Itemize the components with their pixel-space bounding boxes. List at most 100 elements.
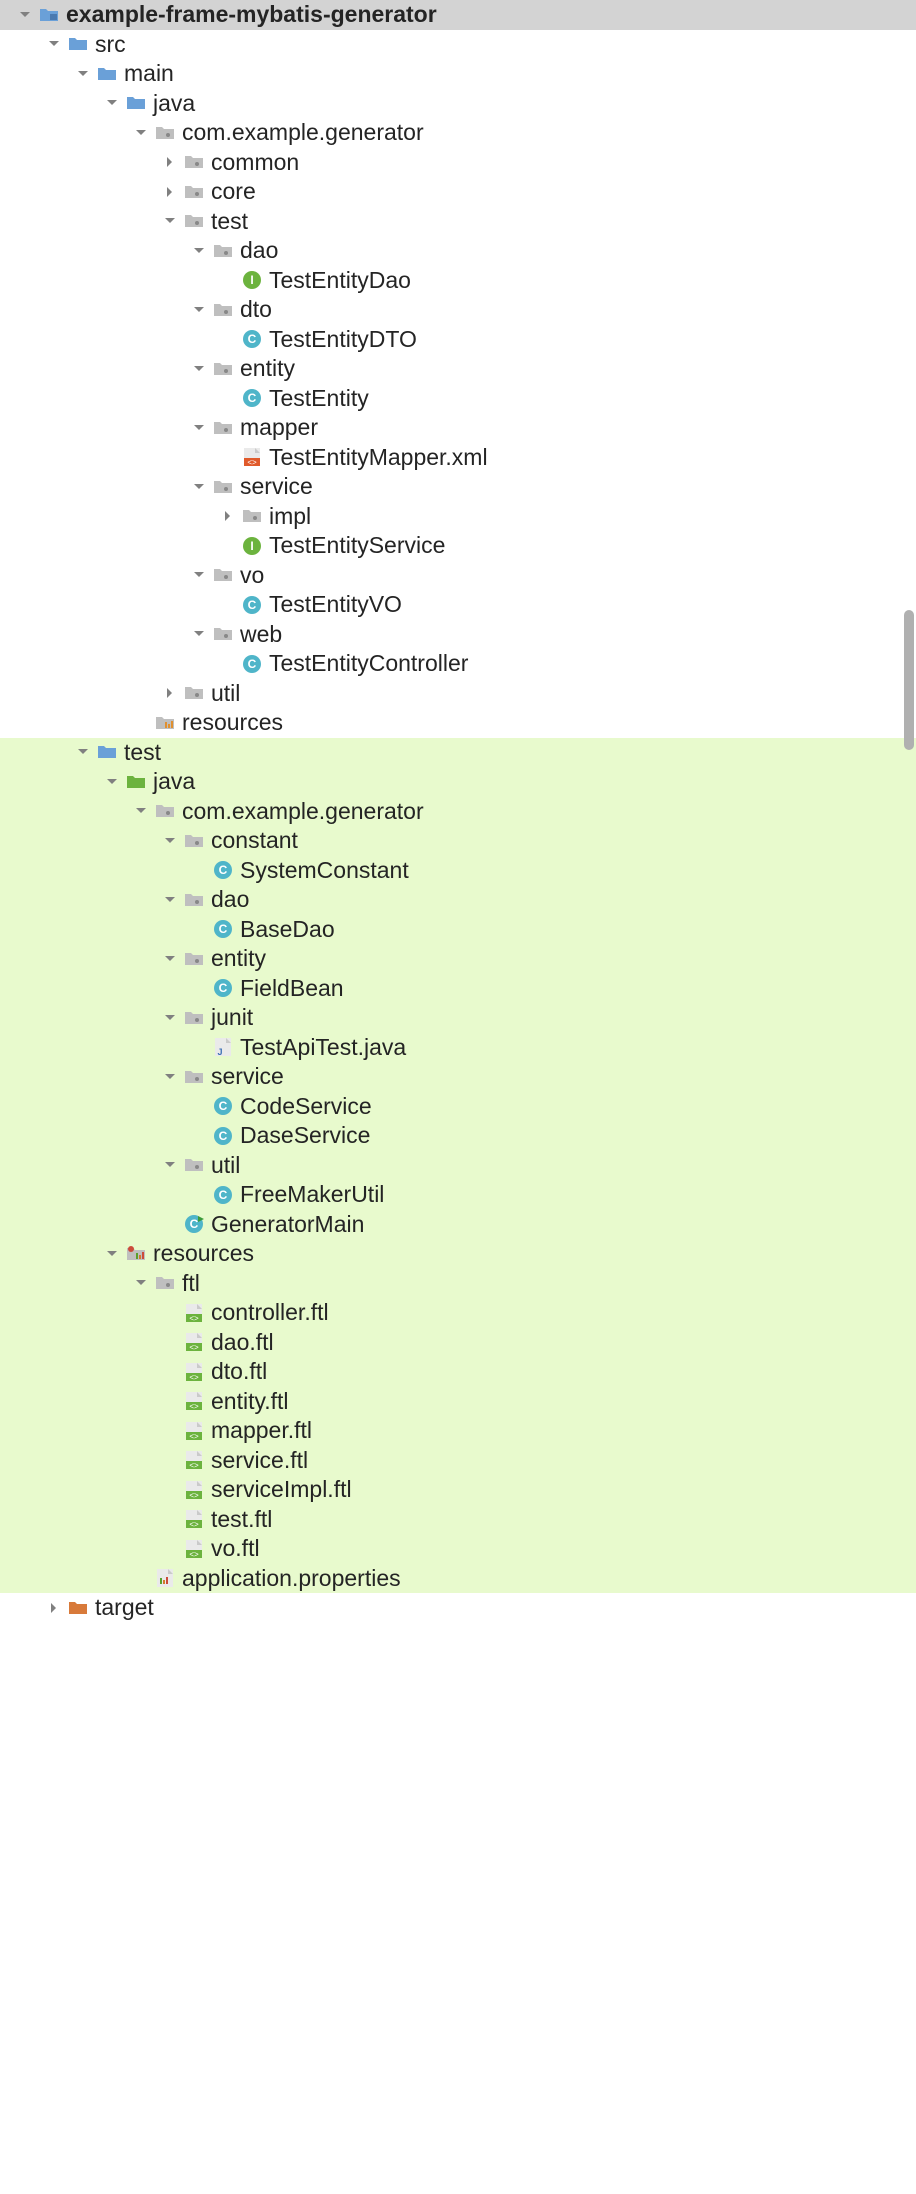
tree-row[interactable]: DaseService: [0, 1121, 916, 1151]
tree-row[interactable]: dao: [0, 236, 916, 266]
chevron-down-icon[interactable]: [161, 1009, 179, 1027]
tree-row[interactable]: main: [0, 59, 916, 89]
tree-row[interactable]: TestEntityMapper.xml: [0, 443, 916, 473]
tree-row[interactable]: util: [0, 679, 916, 709]
tree-item-label: test.ftl: [211, 1506, 272, 1533]
class-icon: [212, 1095, 234, 1117]
chevron-down-icon[interactable]: [190, 360, 208, 378]
tree-row[interactable]: entity: [0, 354, 916, 384]
tree-row[interactable]: test.ftl: [0, 1505, 916, 1535]
tree-row[interactable]: service: [0, 1062, 916, 1092]
tree-row[interactable]: target: [0, 1593, 916, 1623]
chevron-right-icon[interactable]: [219, 507, 237, 525]
tree-item-label: ftl: [182, 1270, 200, 1297]
tree-row[interactable]: constant: [0, 826, 916, 856]
chevron-down-icon[interactable]: [161, 1068, 179, 1086]
tree-row[interactable]: test: [0, 738, 916, 768]
tree-row[interactable]: web: [0, 620, 916, 650]
chevron-down-icon[interactable]: [45, 35, 63, 53]
chevron-down-icon[interactable]: [161, 832, 179, 850]
tree-row[interactable]: java: [0, 89, 916, 119]
tree-row[interactable]: FreeMakerUtil: [0, 1180, 916, 1210]
tree-row[interactable]: TestEntityDTO: [0, 325, 916, 355]
tree-row[interactable]: TestEntityDao: [0, 266, 916, 296]
chevron-down-icon[interactable]: [74, 65, 92, 83]
tree-row[interactable]: TestEntityController: [0, 649, 916, 679]
tree-item-label: web: [240, 621, 282, 648]
tree-row[interactable]: service: [0, 472, 916, 502]
class-icon: [241, 387, 263, 409]
package-icon: [154, 1272, 176, 1294]
tree-row[interactable]: mapper.ftl: [0, 1416, 916, 1446]
chevron-right-icon[interactable]: [161, 684, 179, 702]
chevron-down-icon[interactable]: [161, 950, 179, 968]
tree-row[interactable]: resources: [0, 1239, 916, 1269]
tree-row[interactable]: junit: [0, 1003, 916, 1033]
tree-row[interactable]: TestEntity: [0, 384, 916, 414]
chevron-down-icon[interactable]: [103, 773, 121, 791]
tree-item-label: impl: [269, 503, 311, 530]
tree-row[interactable]: core: [0, 177, 916, 207]
chevron-down-icon[interactable]: [103, 1245, 121, 1263]
chevron-right-icon[interactable]: [45, 1599, 63, 1617]
tree-row[interactable]: src: [0, 30, 916, 60]
tree-row[interactable]: serviceImpl.ftl: [0, 1475, 916, 1505]
tree-row[interactable]: vo.ftl: [0, 1534, 916, 1564]
chevron-down-icon[interactable]: [190, 625, 208, 643]
tree-row[interactable]: FieldBean: [0, 974, 916, 1004]
tree-row[interactable]: resources: [0, 708, 916, 738]
tree-row[interactable]: service.ftl: [0, 1446, 916, 1476]
tree-row[interactable]: application.properties: [0, 1564, 916, 1594]
tree-row[interactable]: java: [0, 767, 916, 797]
project-tree[interactable]: example-frame-mybatis-generatorsrcmainja…: [0, 0, 916, 1623]
chevron-down-icon[interactable]: [161, 1156, 179, 1174]
tree-row[interactable]: controller.ftl: [0, 1298, 916, 1328]
tree-row[interactable]: BaseDao: [0, 915, 916, 945]
chevron-down-icon[interactable]: [74, 743, 92, 761]
tree-row[interactable]: com.example.generator: [0, 797, 916, 827]
tree-row[interactable]: mapper: [0, 413, 916, 443]
tree-row[interactable]: dto: [0, 295, 916, 325]
tree-item-label: junit: [211, 1004, 253, 1031]
tree-row[interactable]: entity: [0, 944, 916, 974]
test-resources-folder-icon: [125, 1243, 147, 1265]
chevron-down-icon[interactable]: [190, 566, 208, 584]
scrollbar-thumb[interactable]: [904, 610, 914, 750]
chevron-right-icon[interactable]: [161, 183, 179, 201]
interface-icon: [241, 269, 263, 291]
chevron-down-icon[interactable]: [190, 242, 208, 260]
chevron-down-icon[interactable]: [103, 94, 121, 112]
tree-row[interactable]: CodeService: [0, 1092, 916, 1122]
tree-row[interactable]: TestApiTest.java: [0, 1033, 916, 1063]
chevron-down-icon[interactable]: [132, 124, 150, 142]
chevron-down-icon[interactable]: [16, 6, 34, 24]
tree-row[interactable]: dao.ftl: [0, 1328, 916, 1358]
chevron-down-icon[interactable]: [132, 802, 150, 820]
tree-row[interactable]: vo: [0, 561, 916, 591]
tree-row[interactable]: entity.ftl: [0, 1387, 916, 1417]
tree-item-label: TestEntityMapper.xml: [269, 444, 488, 471]
tree-row[interactable]: common: [0, 148, 916, 178]
chevron-down-icon[interactable]: [190, 301, 208, 319]
tree-item-label: TestEntityVO: [269, 591, 402, 618]
tree-row[interactable]: GeneratorMain: [0, 1210, 916, 1240]
tree-row[interactable]: SystemConstant: [0, 856, 916, 886]
tree-row[interactable]: dto.ftl: [0, 1357, 916, 1387]
tree-row[interactable]: ftl: [0, 1269, 916, 1299]
tree-item-label: service.ftl: [211, 1447, 308, 1474]
chevron-down-icon[interactable]: [161, 891, 179, 909]
chevron-down-icon[interactable]: [132, 1274, 150, 1292]
package-icon: [212, 623, 234, 645]
tree-row[interactable]: com.example.generator: [0, 118, 916, 148]
tree-row[interactable]: impl: [0, 502, 916, 532]
chevron-right-icon[interactable]: [161, 153, 179, 171]
chevron-down-icon[interactable]: [161, 212, 179, 230]
chevron-down-icon[interactable]: [190, 419, 208, 437]
chevron-down-icon[interactable]: [190, 478, 208, 496]
tree-row[interactable]: test: [0, 207, 916, 237]
tree-row[interactable]: TestEntityVO: [0, 590, 916, 620]
tree-row[interactable]: util: [0, 1151, 916, 1181]
tree-row[interactable]: dao: [0, 885, 916, 915]
tree-row[interactable]: example-frame-mybatis-generator: [0, 0, 916, 30]
tree-row[interactable]: TestEntityService: [0, 531, 916, 561]
